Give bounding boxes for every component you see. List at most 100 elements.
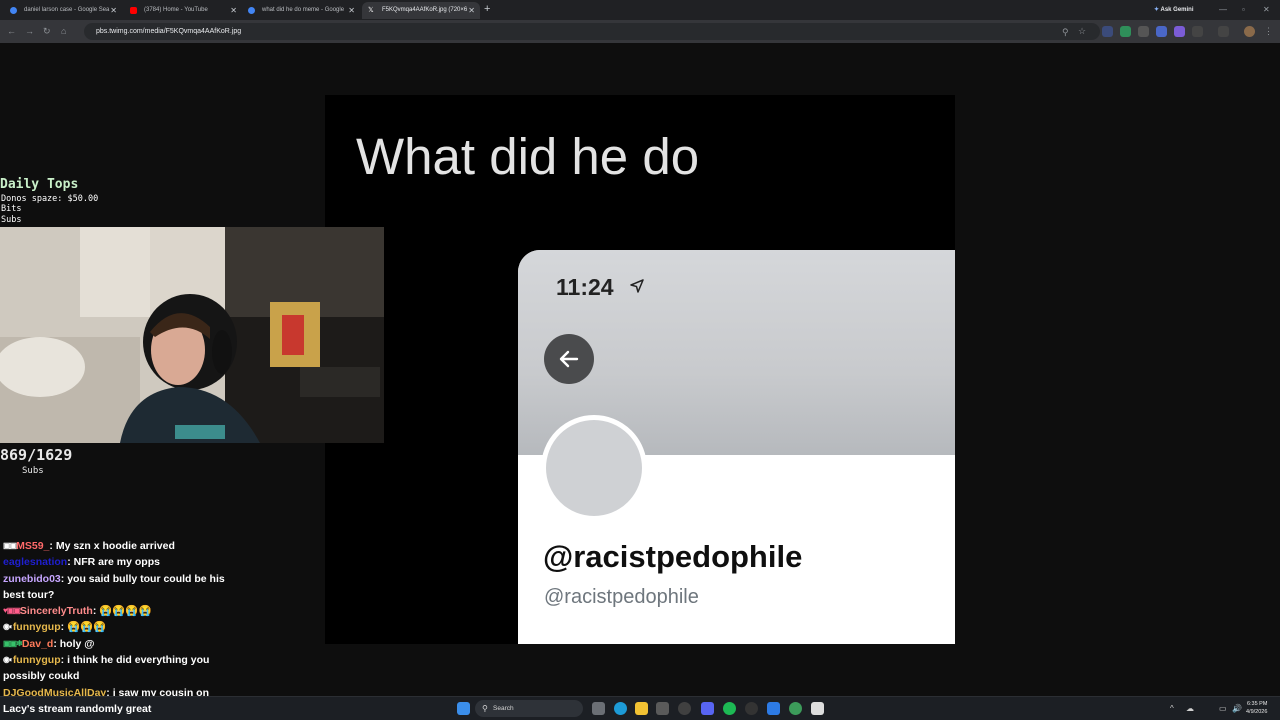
meme-image: What did he do 11:24 @racistpedophile @r… (325, 95, 955, 644)
network-icon[interactable]: ▭ (1219, 703, 1227, 715)
tab-youtube-home[interactable]: (3784) Home - YouTube ✕ (124, 2, 242, 19)
chat-text: NFR are my opps (73, 556, 160, 569)
chat-feed: ▣▣MS59_: My szn x hoodie arrived eaglesn… (0, 538, 325, 701)
task-view-icon[interactable] (592, 702, 605, 715)
chat-username[interactable]: funnygup (13, 621, 61, 633)
close-tab-icon[interactable]: ✕ (348, 2, 355, 19)
tab-google-search-daniel-larson[interactable]: daniel larson case - Google Sea ✕ (4, 2, 122, 19)
daily-tops-panel: Daily Tops Donos spaze: $50.00 Bits Subs (0, 177, 325, 227)
windows-start-icon[interactable] (457, 702, 470, 715)
location-arrow-icon (630, 279, 644, 293)
extension-icon[interactable] (1174, 26, 1185, 37)
obs-icon[interactable] (678, 702, 691, 715)
chat-username[interactable]: MS59_ (16, 540, 49, 552)
taskbar-time: 6:35 PM (1246, 701, 1268, 707)
taskbar-search[interactable]: ⚲ Search (475, 700, 583, 717)
chat-message: ▣▣MS59_: My szn x hoodie arrived (0, 538, 240, 554)
tab-title: (3784) Home - YouTube (144, 7, 208, 13)
app-icon[interactable] (767, 702, 780, 715)
volume-icon[interactable]: 🔊 (1232, 703, 1242, 715)
steam-icon[interactable] (745, 702, 758, 715)
meme-caption: What did he do (356, 128, 700, 185)
bookmark-star-icon[interactable]: ☆ (1078, 24, 1086, 38)
subs-line: Subs (1, 215, 22, 225)
gemini-sparkle-icon: ✦ (1154, 7, 1160, 13)
extension-icon[interactable] (1120, 26, 1131, 37)
profile-handle: @racistpedophile (544, 586, 699, 608)
chat-text: My szn x hoodie arrived (55, 540, 175, 552)
taskbar-clock[interactable]: 6:35 PM 4/9/2026 (1246, 700, 1267, 716)
ask-gemini-label: Ask Gemini (1160, 7, 1194, 13)
browser-tab-bar: daniel larson case - Google Sea ✕ (3784)… (0, 0, 1280, 20)
chat-username[interactable]: SincerelyTruth (20, 605, 93, 617)
new-tab-button[interactable]: + (484, 2, 490, 17)
app-icon[interactable] (811, 702, 824, 715)
chat-message: ◉◐funnygup: 😭😭😭 (0, 619, 240, 635)
ask-gemini-button[interactable]: ✦ Ask Gemini (1146, 3, 1202, 17)
side-panel-icon[interactable] (1218, 26, 1229, 37)
chat-badge-icons: ▣▣❄ (3, 638, 23, 648)
menu-kebab-icon[interactable]: ⋮ (1264, 24, 1273, 38)
zoom-icon[interactable]: ⚲ (1062, 25, 1069, 39)
profile-avatar-placeholder (541, 415, 647, 521)
address-bar[interactable]: pbs.twimg.com/media/F5KQvmqa4AAfKoR.jpg (84, 23, 1100, 40)
url-text: pbs.twimg.com/media/F5KQvmqa4AAfKoR.jpg (96, 28, 242, 35)
profile-screenshot: 11:24 @racistpedophile @racistpedophile (518, 250, 955, 644)
home-icon[interactable]: ⌂ (61, 24, 66, 38)
google-favicon-icon (10, 7, 17, 14)
chat-badge-icons: ◉◐ (3, 622, 14, 632)
chat-message: zunebido03: you said bully tour could be… (3, 572, 225, 601)
extension-icon[interactable] (1156, 26, 1167, 37)
close-tab-icon[interactable]: ✕ (230, 2, 237, 19)
extensions-puzzle-icon[interactable] (1192, 26, 1203, 37)
tab-image-active[interactable]: 𝕏 F5KQvmqa4AAfKoR.jpg (720×6 ✕ (362, 2, 480, 19)
maximize-icon[interactable]: ▫ (1242, 2, 1245, 17)
extension-icon[interactable] (1102, 26, 1113, 37)
chat-username[interactable]: eaglesnation (3, 556, 67, 568)
donos-line: Donos spaze: $50.00 (1, 194, 99, 204)
chat-badge-icons: ▣▣ (3, 541, 17, 550)
tab-title: daniel larson case - Google Sea (24, 7, 110, 13)
back-arrow-icon (544, 334, 594, 384)
spotify-icon[interactable] (723, 702, 736, 715)
chat-text: 😭😭😭 (67, 621, 107, 634)
bits-line: Bits (1, 204, 22, 214)
chat-badge-icons: ♥▣▣ (3, 606, 21, 616)
chat-username[interactable]: Dav_d (22, 638, 54, 650)
tab-google-search-meme[interactable]: what did he do meme - Google ✕ (242, 2, 360, 19)
google-favicon-icon (248, 7, 255, 14)
youtube-favicon-icon (130, 7, 137, 14)
app-icon[interactable] (656, 702, 669, 715)
search-icon: ⚲ (482, 704, 488, 713)
discord-icon[interactable] (701, 702, 714, 715)
taskbar-date: 4/9/2026 (1246, 709, 1268, 715)
forward-icon[interactable]: → (25, 24, 34, 38)
reload-icon[interactable]: ↻ (43, 24, 51, 38)
close-tab-icon[interactable]: ✕ (468, 2, 475, 19)
profile-avatar[interactable] (1244, 26, 1255, 37)
edge-icon[interactable] (614, 702, 627, 715)
tray-chevron-icon[interactable]: ^ (1170, 703, 1174, 715)
close-window-icon[interactable]: ✕ (1263, 2, 1270, 17)
daily-tops-title: Daily Tops (0, 177, 79, 192)
sub-goal-label: Subs (22, 466, 44, 476)
chat-badge-icons: ◉◐ (3, 655, 14, 665)
taskbar-search-label: Search (493, 705, 514, 712)
tab-title: F5KQvmqa4AAfKoR.jpg (720×6 (382, 7, 468, 13)
profile-display-name: @racistpedophile (543, 539, 803, 574)
chrome-icon[interactable] (789, 702, 802, 715)
tray-onedrive-icon[interactable]: ☁ (1186, 703, 1194, 715)
chat-username[interactable]: zunebido03 (3, 573, 61, 585)
close-tab-icon[interactable]: ✕ (110, 2, 117, 19)
taskbar-widget-text[interactable]: Lacy's stream randomly great (3, 703, 151, 715)
tab-title: what did he do meme - Google (262, 7, 345, 13)
extension-icon[interactable] (1138, 26, 1149, 37)
back-icon[interactable]: ← (7, 24, 16, 38)
minimize-icon[interactable]: — (1219, 2, 1227, 17)
screen: daniel larson case - Google Sea ✕ (3784)… (0, 0, 1280, 720)
file-explorer-icon[interactable] (635, 702, 648, 715)
chat-message: ♥▣▣SincerelyTruth: 😭😭😭😭 (0, 603, 240, 619)
chat-text: holy @ (59, 637, 95, 650)
status-bar-clock: 11:24 (556, 274, 614, 300)
chat-username[interactable]: funnygup (13, 654, 61, 666)
